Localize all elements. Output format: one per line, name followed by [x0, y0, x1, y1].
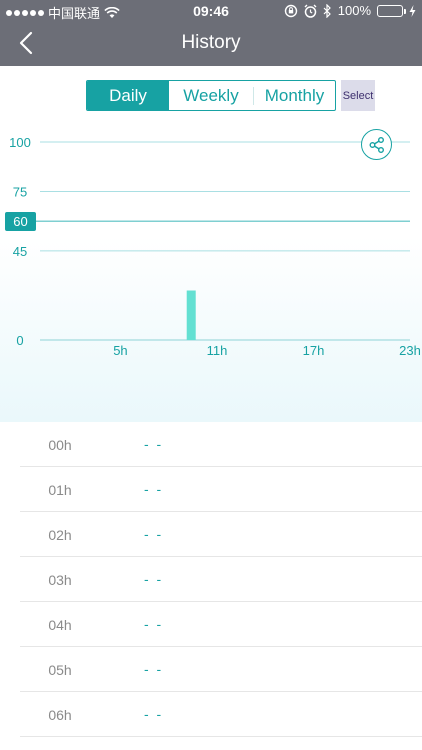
list-item-value: - - — [144, 616, 164, 632]
y-tick-label: 45 — [13, 244, 27, 259]
chart-bar — [186, 290, 196, 340]
list-item[interactable]: 05h - - — [20, 647, 422, 692]
tab-monthly[interactable]: Monthly — [254, 81, 335, 110]
list-item-value: - - — [144, 436, 164, 452]
hourly-list: 00h - - 01h - - 02h - - 03h - - 04h - - 05h - - 06h -… — [20, 422, 422, 737]
list-item-hour: 00h — [48, 437, 72, 453]
battery-icon — [377, 4, 406, 17]
period-segmented-control: Daily Weekly Monthly — [86, 80, 336, 111]
list-item-value: - - — [144, 481, 164, 497]
share-icon — [369, 136, 384, 153]
list-item-hour: 01h — [48, 482, 72, 498]
x-tick-label: 5h — [113, 343, 127, 358]
battery-percent: 100% — [337, 3, 371, 18]
x-tick-label: 23h — [399, 343, 421, 358]
y-tick-label: 0 — [16, 333, 23, 348]
x-tick-label: 17h — [303, 343, 325, 358]
list-item-hour: 04h — [48, 617, 72, 633]
list-item[interactable]: 02h - - — [20, 512, 422, 557]
x-tick-label: 11h — [207, 343, 228, 358]
chart-canvas: 0 45 75 100 5h 11h 17h 23h — [9, 135, 421, 358]
header: 中国联通 09:46 100% History — [0, 0, 422, 66]
list-item-hour: 02h — [48, 527, 72, 543]
bluetooth-icon — [323, 3, 331, 18]
list-item-value: - - — [144, 706, 164, 722]
list-item[interactable]: 03h - - — [20, 557, 422, 602]
history-chart: 0 45 75 100 5h 11h 17h 23h 60 — [0, 112, 422, 422]
list-item-value: - - — [144, 526, 164, 542]
list-item-value: - - — [144, 571, 164, 587]
list-item-hour: 03h — [48, 572, 72, 588]
y-tick-label: 100 — [9, 135, 31, 150]
share-button[interactable] — [361, 129, 392, 160]
page-title: History — [181, 32, 241, 53]
list-item[interactable]: 01h - - — [20, 467, 422, 512]
reference-value-badge: 60 — [5, 212, 36, 231]
list-item-value: - - — [144, 661, 164, 677]
tab-daily[interactable]: Daily — [87, 81, 169, 110]
orientation-lock-icon — [284, 4, 297, 17]
list-item[interactable]: 04h - - — [20, 602, 422, 647]
status-right: 100% — [284, 3, 416, 18]
status-bar: 中国联通 09:46 100% — [0, 0, 422, 22]
y-tick-label: 75 — [13, 185, 27, 200]
tab-weekly[interactable]: Weekly — [169, 81, 253, 110]
list-item[interactable]: 06h - - — [20, 692, 422, 737]
list-item-hour: 05h — [48, 662, 72, 678]
charging-icon — [409, 4, 416, 17]
alarm-icon — [304, 4, 317, 18]
select-button[interactable]: Select — [341, 80, 375, 111]
list-item[interactable]: 00h - - — [20, 422, 422, 467]
list-item-hour: 06h — [48, 707, 72, 723]
